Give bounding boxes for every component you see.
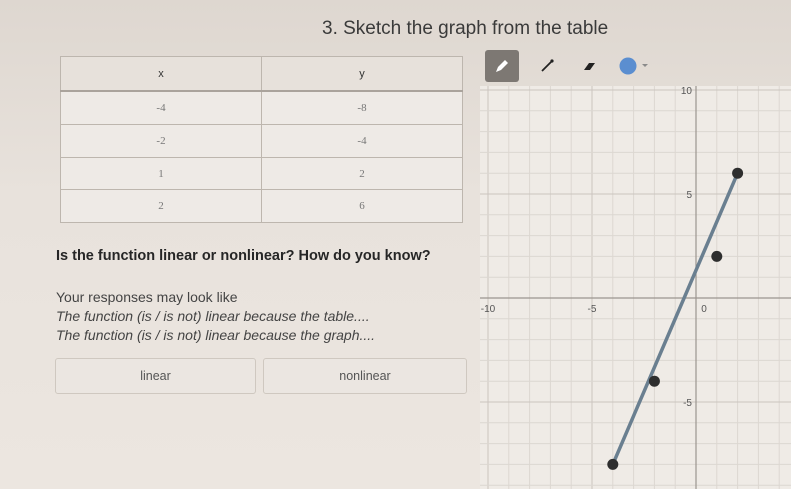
table-cell-y: -8 — [261, 90, 463, 126]
line-icon — [541, 59, 554, 72]
table-cell-x: 1 — [60, 156, 262, 191]
grid-background — [480, 86, 791, 489]
table-row: -4 -8 — [60, 90, 463, 126]
y-tick-label: 10 — [681, 86, 693, 97]
table-cell-y: 6 — [261, 189, 463, 223]
data-point — [711, 250, 723, 262]
table-cell-x: -2 — [60, 124, 262, 158]
question-text: Is the function linear or nonlinear? How… — [56, 248, 431, 264]
table-row: -2 -4 — [60, 124, 463, 158]
page-title: 3. Sketch the graph from the table — [322, 18, 609, 39]
data-point — [732, 167, 744, 179]
eraser-icon — [584, 63, 595, 70]
table-header-row: x y — [60, 56, 463, 92]
table-row: 2 6 — [60, 189, 463, 223]
hint-example-table: The function (is / is not) linear becaus… — [56, 308, 370, 324]
y-tick-label: -5 — [683, 398, 692, 409]
table-cell-x: -4 — [60, 90, 262, 126]
line-tool-button[interactable] — [530, 50, 564, 82]
xy-table: x y -4 -8 -2 -4 1 2 2 6 — [60, 56, 463, 223]
choice-nonlinear-button[interactable]: nonlinear — [263, 358, 467, 394]
choice-linear-button[interactable]: linear — [55, 358, 256, 394]
hint-intro: Your responses may look like — [56, 289, 238, 305]
x-tick-label: 0 — [701, 304, 707, 315]
column-header-y: y — [261, 56, 463, 92]
table-cell-y: -4 — [261, 124, 463, 158]
chevron-down-icon — [642, 64, 648, 67]
table-cell-y: 2 — [261, 156, 463, 191]
pencil-tool-button[interactable] — [485, 50, 519, 82]
table-cell-x: 2 — [60, 189, 262, 223]
pencil-icon — [496, 60, 508, 72]
hint-example-graph: The function (is / is not) linear becaus… — [56, 327, 376, 343]
table-row: 1 2 — [60, 156, 463, 191]
data-point — [607, 458, 619, 470]
y-tick-label: 5 — [686, 190, 692, 201]
coordinate-grid[interactable]: -10 -5 0 10 5 -5 — [480, 86, 791, 489]
column-header-x: x — [60, 56, 262, 92]
eraser-tool-button[interactable] — [572, 50, 606, 82]
response-hint: Your responses may look like The functio… — [56, 288, 375, 345]
color-picker-icon — [619, 57, 648, 75]
x-tick-label: -5 — [588, 304, 597, 315]
data-point — [648, 375, 660, 387]
x-tick-label: -10 — [481, 304, 496, 315]
color-picker-button[interactable] — [612, 50, 652, 82]
